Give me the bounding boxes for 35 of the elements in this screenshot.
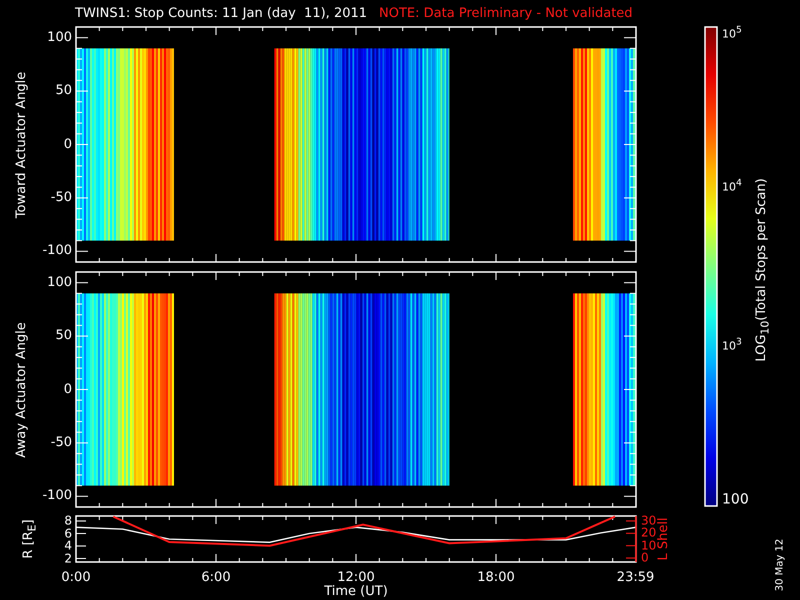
plot-title: TWINS1: Stop Counts: 11 Jan (day 11), 2011 (75, 6, 368, 21)
y-axis-label: Toward Actuator Angle (14, 71, 30, 218)
x-tick-label: 12:00 (337, 570, 375, 585)
y-axis-label: Away Actuator Angle (14, 322, 30, 458)
y-tick-label: -100 (42, 489, 72, 504)
y-tick-label: 2 (64, 552, 72, 566)
l-shell-axis (626, 516, 637, 562)
color-scale-label: 10$^{3}$ (722, 338, 742, 352)
y-tick-label: 0 (64, 382, 72, 397)
date-label: 30 May 12 (774, 538, 786, 592)
y-tick-label: 0 (641, 551, 649, 565)
y-tick-label: -100 (42, 244, 72, 258)
y-tick-label: 4 (64, 539, 72, 553)
y-tick-label: -50 (50, 190, 72, 206)
x-tick-label: 6:00 (201, 570, 231, 586)
y-tick-label: 0 (64, 137, 72, 152)
color-scale-label: 10$^{4}$ (722, 178, 742, 194)
x-tick-label: 18:00 (477, 570, 515, 586)
y-tick-label: 50 (55, 84, 72, 98)
y-tick-label: 10 (641, 539, 656, 552)
color-scale-label: 10$^{5}$ (722, 26, 742, 40)
y-tick-label: 8 (64, 514, 72, 528)
y-tick-label: 100 (47, 30, 72, 45)
preliminary-note: NOTE: Data Preliminary - Not validated (379, 6, 633, 21)
y-tick-label: -50 (50, 436, 72, 450)
y-tick-label: 20 (641, 526, 656, 540)
y-axis-label: L Shell (656, 517, 672, 561)
y-tick-label: 100 (47, 276, 72, 290)
x-axis-label: Time (UT) (324, 584, 388, 600)
x-tick-label: 23:59 (616, 570, 654, 586)
y-tick-label: 50 (55, 328, 72, 344)
y-tick-label: 30 (641, 514, 656, 528)
y-tick-label: 6 (64, 526, 72, 540)
x-tick-label: 0:00 (61, 570, 91, 586)
color-scale-label: 100 (722, 492, 749, 508)
